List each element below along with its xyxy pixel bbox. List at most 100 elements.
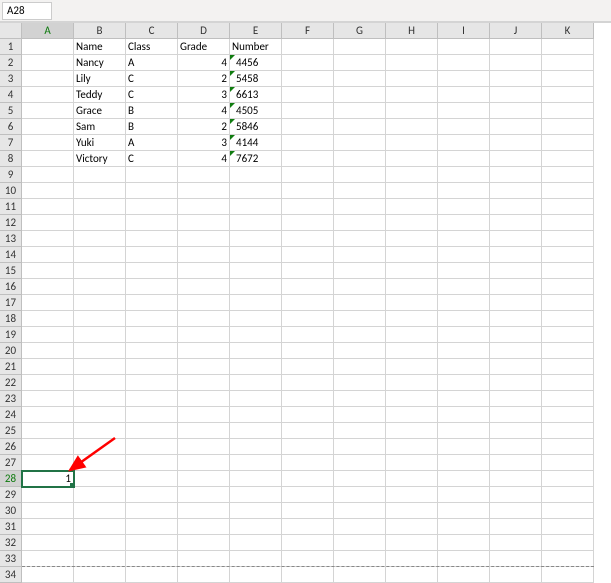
cell-j19[interactable] <box>490 327 542 343</box>
cell-e31[interactable] <box>230 519 282 535</box>
cell-f33[interactable] <box>282 551 334 567</box>
cell-h10[interactable] <box>386 183 438 199</box>
cell-c3[interactable]: C <box>126 71 178 87</box>
cell-d10[interactable] <box>178 183 230 199</box>
cell-h24[interactable] <box>386 407 438 423</box>
cell-c22[interactable] <box>126 375 178 391</box>
cell-k20[interactable] <box>542 343 594 359</box>
cell-e28[interactable] <box>230 471 282 487</box>
cell-g29[interactable] <box>334 487 386 503</box>
cell-d18[interactable] <box>178 311 230 327</box>
cell-g11[interactable] <box>334 199 386 215</box>
cell-g19[interactable] <box>334 327 386 343</box>
cell-c26[interactable] <box>126 439 178 455</box>
cell-c15[interactable] <box>126 263 178 279</box>
row-header-4[interactable]: 4 <box>0 87 22 103</box>
cell-b30[interactable] <box>74 503 126 519</box>
cell-a29[interactable] <box>22 487 74 503</box>
cell-j10[interactable] <box>490 183 542 199</box>
cell-e5[interactable]: 4505 <box>230 103 282 119</box>
row-header-32[interactable]: 32 <box>0 535 22 551</box>
cell-i31[interactable] <box>438 519 490 535</box>
cell-k22[interactable] <box>542 375 594 391</box>
cell-g23[interactable] <box>334 391 386 407</box>
cell-a6[interactable] <box>22 119 74 135</box>
cell-b6[interactable]: Sam <box>74 119 126 135</box>
cell-a24[interactable] <box>22 407 74 423</box>
row-header-28[interactable]: 28 <box>0 471 22 487</box>
cell-b23[interactable] <box>74 391 126 407</box>
cell-h28[interactable] <box>386 471 438 487</box>
cell-j20[interactable] <box>490 343 542 359</box>
cell-k6[interactable] <box>542 119 594 135</box>
cell-f26[interactable] <box>282 439 334 455</box>
cell-d31[interactable] <box>178 519 230 535</box>
cell-i32[interactable] <box>438 535 490 551</box>
row-header-5[interactable]: 5 <box>0 103 22 119</box>
row-header-15[interactable]: 15 <box>0 263 22 279</box>
row-header-20[interactable]: 20 <box>0 343 22 359</box>
cell-a8[interactable] <box>22 151 74 167</box>
cell-k29[interactable] <box>542 487 594 503</box>
cell-f6[interactable] <box>282 119 334 135</box>
col-header-a[interactable]: A <box>22 23 74 39</box>
cell-a10[interactable] <box>22 183 74 199</box>
cell-e19[interactable] <box>230 327 282 343</box>
cell-b21[interactable] <box>74 359 126 375</box>
cell-d14[interactable] <box>178 247 230 263</box>
cell-k17[interactable] <box>542 295 594 311</box>
row-header-23[interactable]: 23 <box>0 391 22 407</box>
cell-j33[interactable] <box>490 551 542 567</box>
cell-k3[interactable] <box>542 71 594 87</box>
cell-f7[interactable] <box>282 135 334 151</box>
cell-g8[interactable] <box>334 151 386 167</box>
cell-d23[interactable] <box>178 391 230 407</box>
cell-f2[interactable] <box>282 55 334 71</box>
cell-f13[interactable] <box>282 231 334 247</box>
cell-e27[interactable] <box>230 455 282 471</box>
cell-k9[interactable] <box>542 167 594 183</box>
cell-b29[interactable] <box>74 487 126 503</box>
cell-d21[interactable] <box>178 359 230 375</box>
row-header-3[interactable]: 3 <box>0 71 22 87</box>
row-header-26[interactable]: 26 <box>0 439 22 455</box>
cell-h18[interactable] <box>386 311 438 327</box>
cell-i17[interactable] <box>438 295 490 311</box>
cell-d24[interactable] <box>178 407 230 423</box>
cell-a26[interactable] <box>22 439 74 455</box>
cell-g20[interactable] <box>334 343 386 359</box>
cell-i15[interactable] <box>438 263 490 279</box>
cell-e8[interactable]: 7672 <box>230 151 282 167</box>
cell-d17[interactable] <box>178 295 230 311</box>
cell-g13[interactable] <box>334 231 386 247</box>
cell-i13[interactable] <box>438 231 490 247</box>
cell-g31[interactable] <box>334 519 386 535</box>
cell-b33[interactable] <box>74 551 126 567</box>
row-header-24[interactable]: 24 <box>0 407 22 423</box>
cell-b9[interactable] <box>74 167 126 183</box>
row-header-33[interactable]: 33 <box>0 551 22 567</box>
col-header-e[interactable]: E <box>230 23 282 39</box>
cell-g10[interactable] <box>334 183 386 199</box>
cell-c13[interactable] <box>126 231 178 247</box>
cell-h7[interactable] <box>386 135 438 151</box>
cell-a19[interactable] <box>22 327 74 343</box>
cell-f5[interactable] <box>282 103 334 119</box>
cell-b18[interactable] <box>74 311 126 327</box>
cell-b19[interactable] <box>74 327 126 343</box>
cell-f30[interactable] <box>282 503 334 519</box>
cell-c17[interactable] <box>126 295 178 311</box>
cell-c11[interactable] <box>126 199 178 215</box>
cell-b24[interactable] <box>74 407 126 423</box>
cell-b14[interactable] <box>74 247 126 263</box>
cell-i29[interactable] <box>438 487 490 503</box>
cell-i4[interactable] <box>438 87 490 103</box>
cell-d12[interactable] <box>178 215 230 231</box>
cell-d9[interactable] <box>178 167 230 183</box>
cell-b3[interactable]: Lily <box>74 71 126 87</box>
cell-c23[interactable] <box>126 391 178 407</box>
cell-g27[interactable] <box>334 455 386 471</box>
cell-g33[interactable] <box>334 551 386 567</box>
cell-j4[interactable] <box>490 87 542 103</box>
cell-k33[interactable] <box>542 551 594 567</box>
